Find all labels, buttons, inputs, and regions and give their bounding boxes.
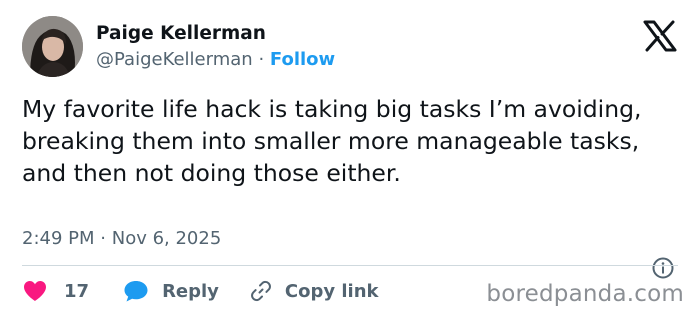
tweet-time: 2:49 PM [22,228,95,249]
heart-icon [24,281,46,301]
tweet-card: Paige Kellerman @PaigeKellerman · Follow… [0,0,700,318]
like-button[interactable]: 17 [22,279,89,303]
link-icon [250,280,271,302]
info-icon[interactable] [651,256,675,280]
reply-label: Reply [162,280,219,302]
x-logo-icon[interactable] [643,20,677,52]
copy-link-label: Copy link [284,280,379,302]
tweet-timestamp[interactable]: 2:49 PM · Nov 6, 2025 [22,227,221,251]
action-bar: 17 Reply Copy link [22,276,379,306]
timestamp-separator: · [100,228,106,249]
avatar[interactable] [22,16,83,77]
avatar-image [22,16,83,77]
like-count: 17 [64,280,90,302]
tweet-date: Nov 6, 2025 [111,228,222,249]
author-handle[interactable]: @PaigeKellerman [96,49,253,70]
tweet-text: My favorite life hack is taking big task… [22,95,642,187]
divider [22,265,678,266]
watermark: boredpanda.com [486,281,684,307]
author-name[interactable]: Paige Kellerman [96,22,266,46]
speech-bubble-icon [124,281,148,302]
author-handle-row: @PaigeKellerman · Follow [96,48,335,72]
reply-button[interactable]: Reply [123,279,219,303]
follow-button[interactable]: Follow [270,49,335,70]
handle-separator: · [258,49,265,70]
copy-link-button[interactable]: Copy link [249,279,379,303]
